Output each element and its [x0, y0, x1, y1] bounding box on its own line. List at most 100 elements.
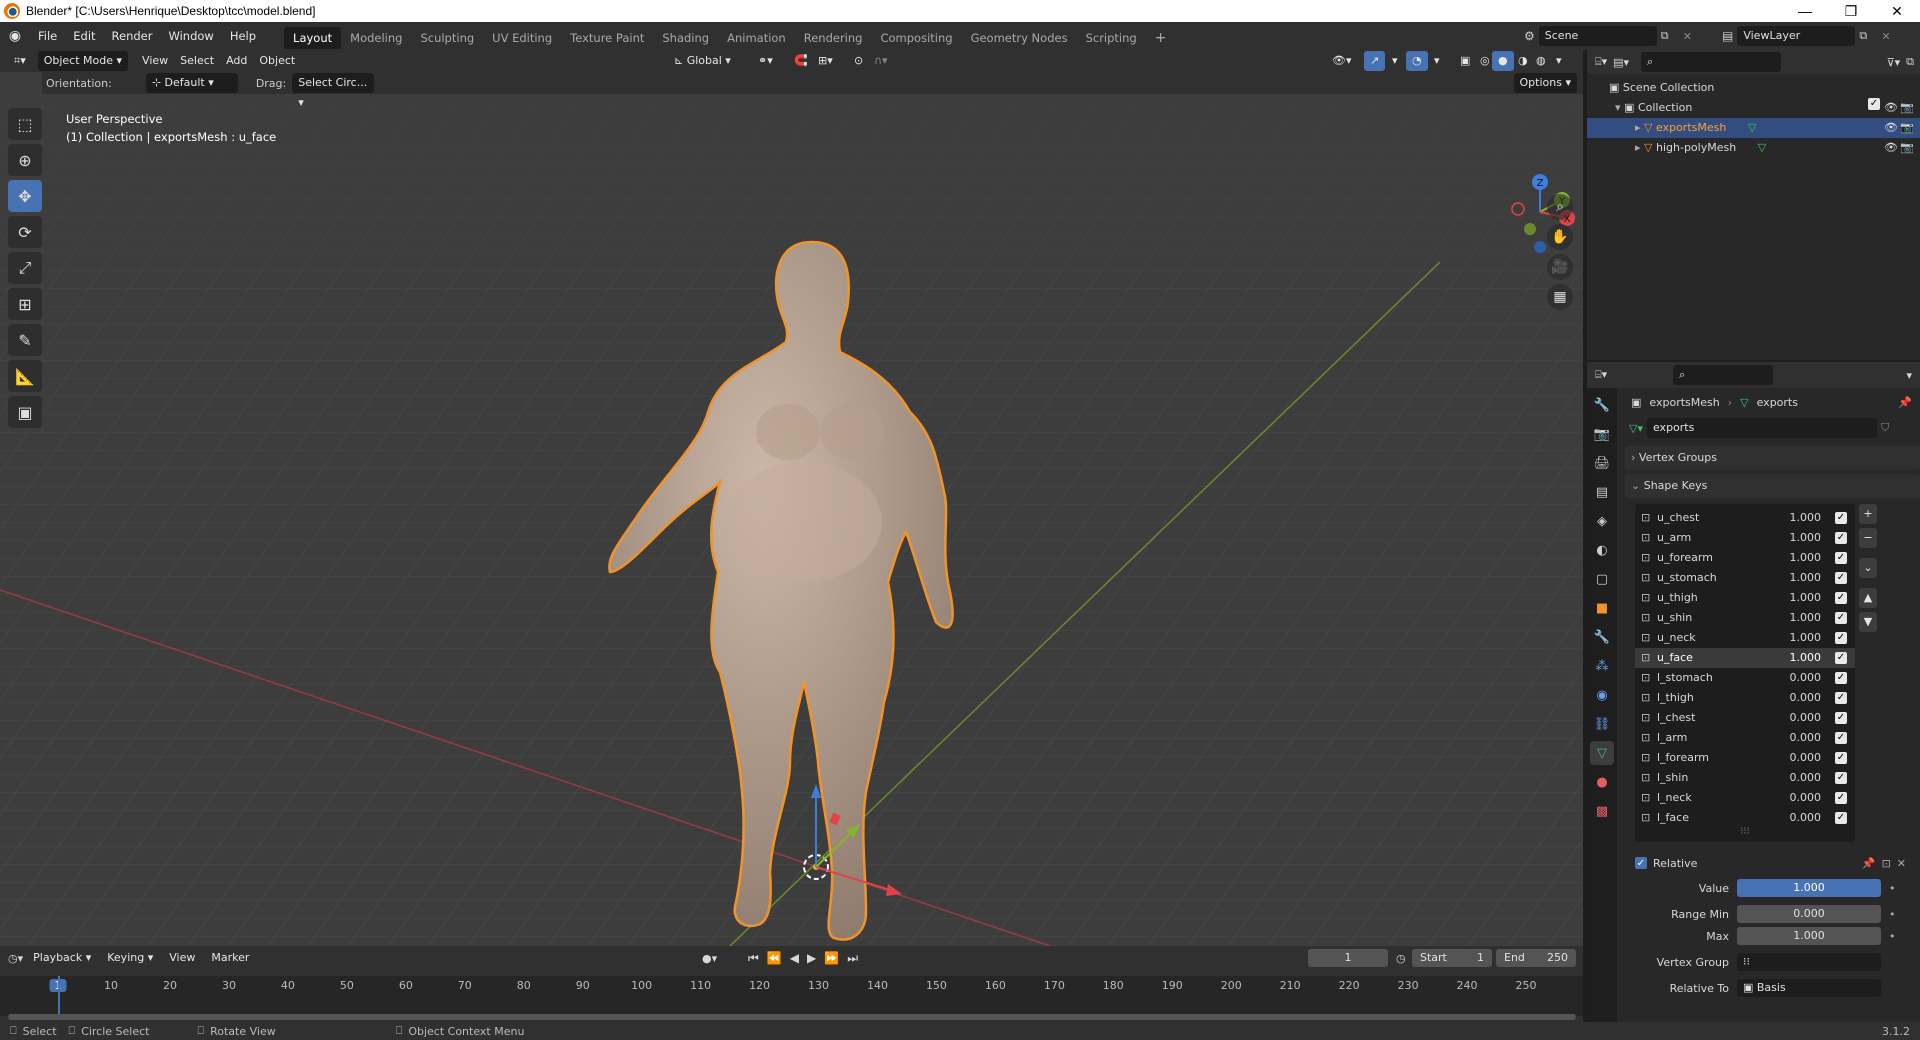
- shape-key-mute-checkbox[interactable]: ✓: [1835, 752, 1847, 764]
- modifier-tab-icon[interactable]: 🔧: [1590, 625, 1614, 649]
- new-view-layer-icon[interactable]: ⧉: [1859, 29, 1877, 43]
- play-icon[interactable]: ▶: [807, 951, 816, 966]
- shape-key-list[interactable]: ⊡ u_chest 1.000 ✓ ⊡ u_arm 1.000 ✓ ⊡ u_forearm 1.00…: [1635, 504, 1855, 842]
- shape-key-row[interactable]: ⊡ l_thigh 0.000 ✓: [1635, 688, 1855, 708]
- move-tool-icon[interactable]: ✥: [8, 180, 42, 212]
- shape-key-mute-checkbox[interactable]: ✓: [1835, 532, 1847, 544]
- mesh-data-tab-icon[interactable]: ▽: [1590, 741, 1614, 765]
- transform-orientation-dropdown[interactable]: ⊾ Global ▾: [668, 51, 737, 71]
- start-frame-field[interactable]: Start 1: [1412, 949, 1492, 967]
- pin-icon[interactable]: 📌: [1898, 396, 1912, 409]
- relative-checkbox[interactable]: ✓: [1635, 857, 1647, 869]
- expand-arrow-icon[interactable]: ▸: [1635, 141, 1641, 154]
- orientation-dropdown[interactable]: ⊹ Default ▾: [145, 73, 238, 93]
- world-tab-icon[interactable]: ◐: [1590, 538, 1614, 562]
- pan-hand-icon[interactable]: ✋: [1547, 224, 1573, 250]
- move-shape-key-up-button[interactable]: ▲: [1859, 588, 1877, 608]
- camera-view-icon[interactable]: 🎥: [1547, 254, 1573, 280]
- shape-key-name[interactable]: u_arm: [1657, 528, 1771, 548]
- particles-tab-icon[interactable]: ⁂: [1590, 654, 1614, 678]
- shape-key-name[interactable]: l_neck: [1657, 788, 1771, 808]
- add-shape-key-button[interactable]: +: [1859, 504, 1877, 524]
- fake-user-icon[interactable]: ⛉: [1881, 421, 1889, 435]
- jump-keyframe-back-icon[interactable]: ⏪: [767, 951, 782, 966]
- shape-key-mute-checkbox[interactable]: ✓: [1835, 692, 1847, 704]
- jump-keyframe-forward-icon[interactable]: ⏩: [824, 951, 839, 966]
- shape-key-value[interactable]: 1.000: [1771, 548, 1822, 568]
- shape-key-specials-button[interactable]: ⌄: [1859, 558, 1877, 578]
- tab-uv-editing[interactable]: UV Editing: [483, 27, 561, 49]
- shading-rendered-icon[interactable]: ◍: [1530, 51, 1552, 71]
- scene-icon[interactable]: ⚙: [1524, 29, 1535, 43]
- tab-layout[interactable]: Layout: [284, 26, 342, 49]
- view-layer-icon[interactable]: ▤: [1722, 29, 1733, 43]
- properties-options-icon[interactable]: ▾: [1906, 369, 1912, 382]
- menu-render[interactable]: Render: [104, 22, 161, 50]
- shape-key-name[interactable]: u_neck: [1657, 628, 1771, 648]
- output-tab-icon[interactable]: 🖨: [1590, 451, 1614, 475]
- overlay-toggle-icon[interactable]: ◔: [1406, 51, 1428, 71]
- current-frame-field[interactable]: 1: [1308, 949, 1388, 967]
- shape-key-name[interactable]: u_thigh: [1657, 588, 1771, 608]
- shape-key-row[interactable]: ⊡ l_arm 0.000 ✓: [1635, 728, 1855, 748]
- shape-keys-panel-header[interactable]: ⌄ Shape Keys: [1625, 474, 1920, 498]
- shape-key-name[interactable]: l_face: [1657, 808, 1771, 828]
- shape-key-row[interactable]: ⊡ u_arm 1.000 ✓: [1635, 528, 1855, 548]
- snap-target-icon[interactable]: ⊞▾: [812, 51, 839, 71]
- display-mode-icon[interactable]: ▤▾: [1613, 56, 1629, 69]
- frame-ruler[interactable]: 1102030405060708090100110120130140150160…: [0, 976, 1583, 998]
- physics-tab-icon[interactable]: ◉: [1590, 683, 1614, 707]
- annotate-tool-icon[interactable]: ✎: [8, 324, 42, 356]
- zoom-icon[interactable]: ⌕: [1547, 194, 1573, 220]
- shape-key-row[interactable]: ⊡ l_shin 0.000 ✓: [1635, 768, 1855, 788]
- shape-key-row[interactable]: ⊡ u_stomach 1.000 ✓: [1635, 568, 1855, 588]
- shape-key-mute-checkbox[interactable]: ✓: [1835, 712, 1847, 724]
- pivot-point-icon[interactable]: ⚭▾: [752, 51, 779, 71]
- expand-arrow-icon[interactable]: ▸: [1635, 121, 1641, 134]
- shape-key-name[interactable]: u_face: [1657, 648, 1771, 668]
- editor-type-icon[interactable]: ⌗▾: [8, 51, 32, 71]
- 3d-viewport[interactable]: Z Y X Orientation: ⊹ Default ▾ Drag: Sel…: [0, 72, 1583, 946]
- shape-key-value[interactable]: 1.000: [1771, 648, 1822, 668]
- shape-key-row[interactable]: ⊡ l_neck 0.000 ✓: [1635, 788, 1855, 808]
- shape-key-value[interactable]: 1.000: [1771, 568, 1822, 588]
- max-field[interactable]: 1.000: [1737, 927, 1881, 945]
- timeline-menu-marker[interactable]: Marker: [205, 948, 255, 968]
- proportional-edit-icon[interactable]: ⊙: [848, 51, 869, 71]
- shape-key-mute-checkbox[interactable]: ✓: [1835, 812, 1847, 824]
- tab-geometry-nodes[interactable]: Geometry Nodes: [962, 27, 1077, 49]
- collapse-arrow-icon[interactable]: ▾: [1615, 101, 1621, 114]
- scale-tool-icon[interactable]: ⤢: [8, 252, 42, 284]
- add-cube-tool-icon[interactable]: ▣: [8, 396, 42, 428]
- auto-keying-icon[interactable]: ●▾: [702, 952, 717, 965]
- tab-texture-paint[interactable]: Texture Paint: [561, 27, 653, 49]
- gizmo-toggle-icon[interactable]: ↗: [1364, 51, 1386, 71]
- shape-key-mute-checkbox[interactable]: ✓: [1835, 632, 1847, 644]
- viewport-menu-select[interactable]: Select: [174, 51, 220, 71]
- shape-key-name[interactable]: u_forearm: [1657, 548, 1771, 568]
- shape-key-row[interactable]: ⊡ u_face 1.000 ✓: [1635, 648, 1855, 668]
- mesh-data-icon[interactable]: ▽: [1748, 121, 1756, 134]
- shape-key-row[interactable]: ⊡ l_forearm 0.000 ✓: [1635, 748, 1855, 768]
- options-dropdown[interactable]: Options ▾: [1513, 73, 1577, 93]
- shape-key-mute-checkbox[interactable]: ✓: [1835, 612, 1847, 624]
- shape-key-value[interactable]: 0.000: [1771, 708, 1822, 728]
- viewport-menu-object[interactable]: Object: [253, 51, 301, 71]
- shape-key-value[interactable]: 1.000: [1771, 588, 1822, 608]
- tab-rendering[interactable]: Rendering: [795, 27, 872, 49]
- vertex-groups-panel-header[interactable]: › Vertex Groups: [1625, 446, 1920, 470]
- shape-key-mute-checkbox[interactable]: ✓: [1835, 792, 1847, 804]
- cursor-tool-icon[interactable]: ⊕: [8, 144, 42, 176]
- measure-tool-icon[interactable]: 📐: [8, 360, 42, 392]
- tab-shading[interactable]: Shading: [653, 27, 718, 49]
- shape-key-row[interactable]: ⊡ l_stomach 0.000 ✓: [1635, 668, 1855, 688]
- menu-edit[interactable]: Edit: [65, 22, 103, 50]
- shape-key-name[interactable]: u_stomach: [1657, 568, 1771, 588]
- shape-key-name[interactable]: l_thigh: [1657, 688, 1771, 708]
- maximize-button[interactable]: ❐: [1828, 0, 1874, 22]
- timeline-editor-type-icon[interactable]: ◷▾: [8, 952, 23, 965]
- shape-key-pin-icon[interactable]: 📌: [1862, 857, 1876, 870]
- shape-key-mute-checkbox[interactable]: ✓: [1835, 772, 1847, 784]
- list-resize-grip[interactable]: ⁝⁝⁝: [1635, 827, 1855, 838]
- constraints-tab-icon[interactable]: ⛓: [1590, 712, 1614, 736]
